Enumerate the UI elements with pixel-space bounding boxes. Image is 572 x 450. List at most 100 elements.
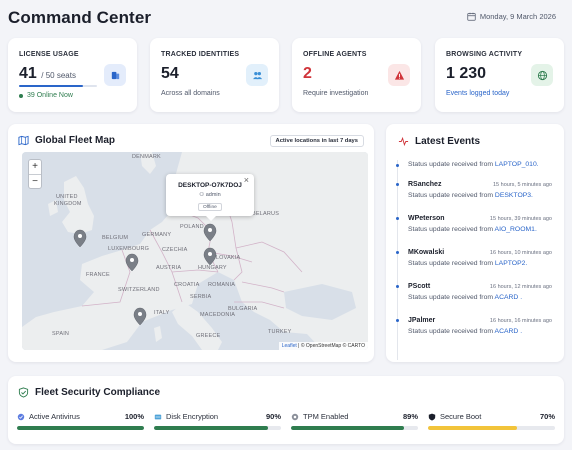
map-canvas[interactable]: DENMARK UNITED KINGDOM BELARUS POLAND BE… [22, 152, 368, 350]
compliance-antivirus: Active Antivirus 100% [17, 412, 144, 430]
map-label-czechia: CZECHIA [162, 247, 188, 253]
event-device-link[interactable]: ACARD . [495, 294, 523, 301]
calendar-icon [467, 12, 476, 21]
map-label-croatia: CROATIA [174, 282, 200, 288]
disk-icon [154, 414, 162, 419]
event-device-link[interactable]: DESKTOP3. [495, 192, 533, 199]
map-label-uk-2: KINGDOM [54, 201, 82, 207]
compliance-bar [291, 426, 418, 430]
kpi-label: TRACKED IDENTITIES [161, 51, 240, 58]
event-time: 15 hours, 5 minutes ago [492, 182, 552, 188]
users-icon [246, 64, 268, 86]
compliance-bar [17, 426, 144, 430]
date-text: Monday, 9 March 2026 [479, 12, 556, 21]
license-usage-bar [19, 85, 97, 87]
map-label-germany: GERMANY [142, 232, 171, 238]
compliance-label: Secure Boot [440, 412, 482, 421]
compliance-percent: 90% [265, 412, 281, 421]
map-label-italy: ITALY [154, 310, 170, 316]
map-label-turkey: TURKEY [268, 329, 292, 335]
compliance-label: Disk Encryption [166, 412, 219, 421]
event-dot [396, 164, 399, 167]
event-device-link[interactable]: LAPTOP_010. [495, 161, 539, 168]
map-label-hungary: HUNGARY [198, 265, 227, 271]
event-device-link[interactable]: ACARD . [495, 328, 523, 335]
event-dot [396, 251, 399, 254]
compliance-bar-fill [428, 426, 517, 430]
zoom-in-button[interactable]: + [29, 160, 41, 174]
events-title: Latest Events [398, 136, 480, 147]
compliance-label: TPM Enabled [303, 412, 349, 421]
kpi-value: 2 [303, 65, 312, 82]
kpi-value: 1 230 [446, 65, 487, 82]
map-label-poland: POLAND [180, 224, 204, 230]
warning-icon [388, 64, 410, 86]
popup-pointer [206, 216, 216, 221]
compliance-card: Fleet Security Compliance [8, 376, 564, 444]
event-dot [396, 285, 399, 288]
map-label-slovakia: SLOVAKIA [212, 255, 241, 261]
event-device-link[interactable]: AIO_ROOM1. [495, 226, 537, 233]
map-label-belgium: BELGIUM [102, 235, 128, 241]
map-label-spain: SPAIN [52, 331, 69, 337]
activity-icon [398, 136, 409, 147]
event-time: 16 hours, 10 minutes ago [489, 250, 552, 256]
map-badge: Active locations in last 7 days [269, 135, 364, 147]
event-time: 16 hours, 12 minutes ago [489, 284, 552, 290]
zoom-control: + − [28, 159, 42, 189]
fleet-map-card: Global Fleet Map Active locations in las… [8, 124, 374, 362]
globe-icon [531, 64, 553, 86]
event-text: Status update received from LAPTOP_010. [408, 161, 539, 168]
event-text: Status update received from ACARD . [408, 294, 523, 301]
event-time: 15 hours, 39 minutes ago [489, 216, 552, 222]
map-label-denmark: DENMARK [132, 154, 161, 160]
event-device-link[interactable]: LAPTOP2. [495, 260, 527, 267]
zoom-out-button[interactable]: − [29, 174, 41, 188]
map-label-luxembourg: LUXEMBOURG [108, 246, 149, 252]
kpi-subtext: Across all domains [161, 90, 220, 97]
kpi-card-browsing: BROWSING ACTIVITY 1 230 Events logged to… [435, 38, 564, 112]
map-label-austria: AUSTRIA [156, 265, 181, 271]
compliance-tpm: TPM Enabled 89% [291, 412, 418, 430]
map-label-uk: UNITED [56, 194, 78, 200]
map-label-serbia: SERBIA [190, 294, 212, 300]
compliance-title: Fleet Security Compliance [18, 387, 160, 398]
compliance-percent: 100% [124, 412, 144, 421]
kpi-subtext: Require investigation [303, 90, 369, 97]
latest-events-card: Latest Events Status update received fro… [386, 124, 564, 362]
map-label-belarus: BELARUS [252, 211, 279, 217]
popup-status-badge: Offline [198, 203, 222, 211]
shield-icon [428, 413, 436, 420]
map-label-macedonia: MACEDONIA [200, 312, 235, 318]
compliance-label: Active Antivirus [29, 412, 80, 421]
compliance-percent: 70% [539, 412, 555, 421]
kpi-label: BROWSING ACTIVITY [446, 51, 523, 58]
event-user: WPeterson [408, 215, 445, 222]
map-icon [18, 135, 29, 146]
compliance-bar [428, 426, 555, 430]
event-dot [396, 319, 399, 322]
leaflet-link[interactable]: Leaflet [282, 343, 297, 349]
compliance-bar-fill [291, 426, 405, 430]
event-user: PScott [408, 283, 431, 290]
events-timeline [397, 160, 398, 360]
event-user: MKowalski [408, 249, 445, 256]
map-label-france: FRANCE [86, 272, 110, 278]
popup-hostname: DESKTOP-O7K7DOJ [178, 182, 242, 189]
event-text: Status update received from DESKTOP3. [408, 192, 533, 199]
map-attribution: Leaflet | © OpenStreetMap © CARTO [278, 342, 368, 350]
event-user: RSanchez [408, 181, 442, 188]
map-label-romania: ROMANIA [208, 282, 235, 288]
event-time: 16 hours, 16 minutes ago [489, 318, 552, 324]
chip-icon [291, 413, 299, 420]
kpi-card-identities: TRACKED IDENTITIES 54 Across all domains [150, 38, 279, 112]
events-logged-link[interactable]: Events logged today [446, 90, 509, 97]
kpi-card-offline: OFFLINE AGENTS 2 Require investigation [292, 38, 421, 112]
event-text: Status update received from LAPTOP2. [408, 260, 528, 267]
compliance-bar-fill [154, 426, 269, 430]
kpi-label: OFFLINE AGENTS [303, 51, 367, 58]
device-popup: × DESKTOP-O7K7DOJ ⚇ admin Offline [166, 174, 254, 221]
date-display: Monday, 9 March 2026 [467, 12, 556, 21]
kpi-value: 54 [161, 65, 179, 82]
antivirus-icon [17, 413, 25, 420]
